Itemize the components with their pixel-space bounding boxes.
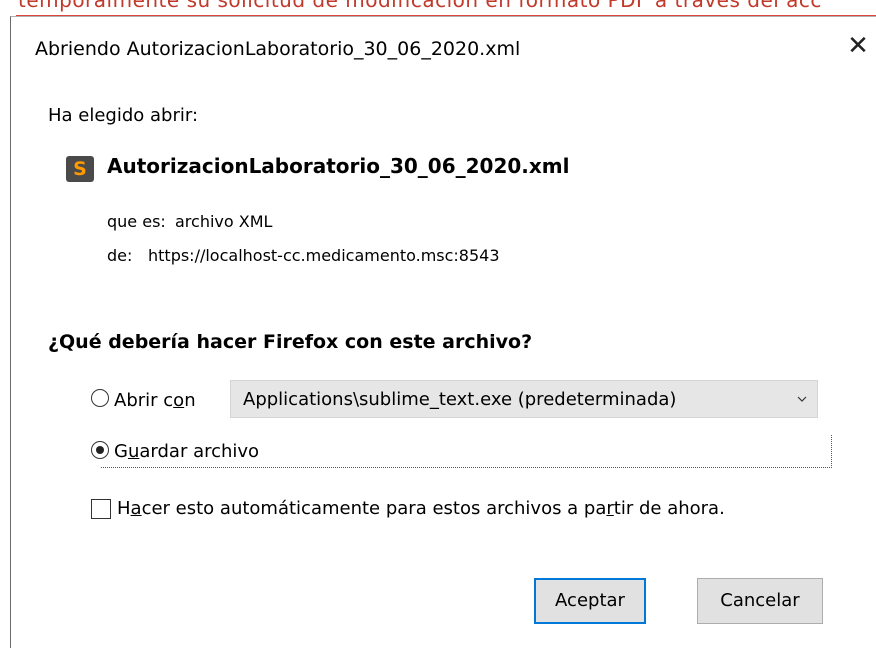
sublime-text-icon: S bbox=[66, 156, 94, 182]
file-source-value: https://localhost-cc.medicamento.msc:854… bbox=[148, 246, 500, 265]
file-type-value: archivo XML bbox=[175, 212, 273, 231]
open-with-radio[interactable] bbox=[91, 389, 109, 407]
download-dialog: Abriendo AutorizacionLaboratorio_30_06_2… bbox=[10, 16, 876, 648]
open-with-label[interactable]: Abrir con bbox=[114, 390, 196, 411]
file-name: AutorizacionLaboratorio_30_06_2020.xml bbox=[107, 154, 570, 178]
dialog-title: Abriendo AutorizacionLaboratorio_30_06_2… bbox=[35, 38, 521, 60]
background-page-text: temporalmente su solicitud de modificaci… bbox=[0, 0, 876, 16]
auto-action-label[interactable]: Hacer esto automáticamente para estos ar… bbox=[117, 498, 725, 519]
background-page-partial-text: temporalmente su solicitud de modificaci… bbox=[18, 0, 822, 12]
radio-selected-dot bbox=[96, 446, 104, 454]
save-file-label[interactable]: Guardar archivo bbox=[114, 441, 259, 462]
file-source-label: de: bbox=[107, 246, 133, 265]
auto-action-checkbox[interactable] bbox=[91, 499, 111, 519]
application-select[interactable]: Applications\sublime_text.exe (predeterm… bbox=[230, 380, 818, 418]
save-file-radio[interactable] bbox=[91, 441, 109, 459]
action-question: ¿Qué debería hacer Firefox con este arch… bbox=[48, 331, 533, 353]
chevron-down-icon bbox=[797, 396, 807, 402]
close-icon[interactable]: ✕ bbox=[839, 27, 876, 65]
cancel-button[interactable]: Cancelar bbox=[697, 578, 823, 624]
accept-button[interactable]: Aceptar bbox=[534, 578, 646, 624]
file-type-label: que es: bbox=[107, 212, 166, 231]
application-select-value: Applications\sublime_text.exe (predeterm… bbox=[243, 389, 677, 410]
opened-label: Ha elegido abrir: bbox=[48, 105, 199, 126]
